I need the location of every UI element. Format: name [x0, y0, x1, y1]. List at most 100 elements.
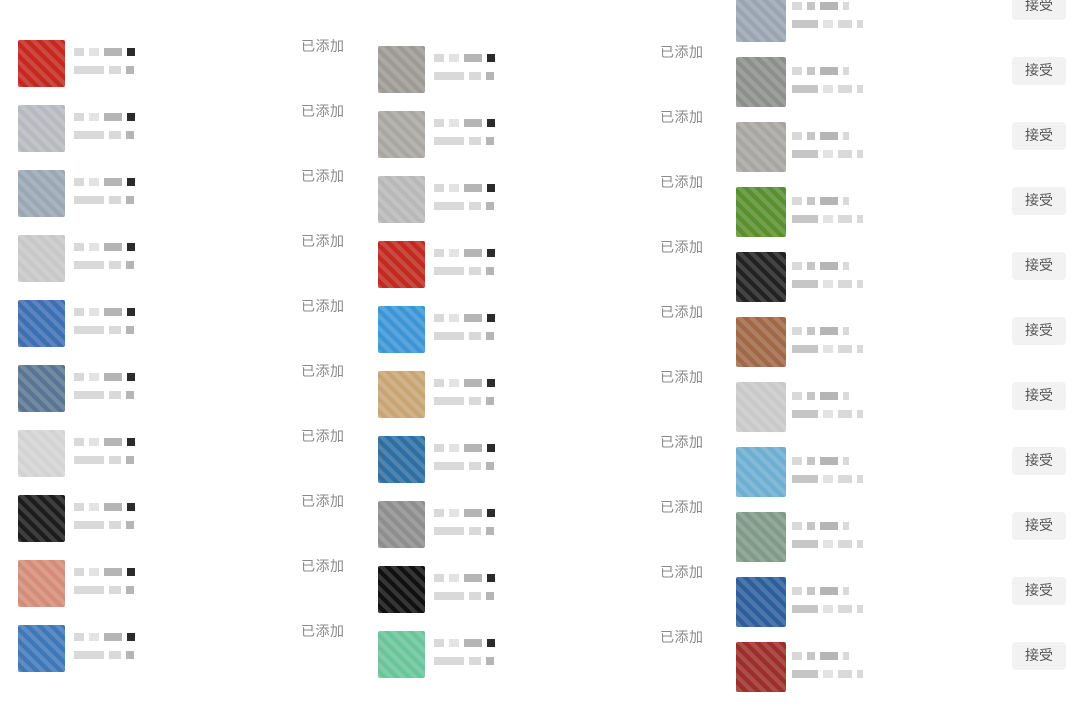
- avatar: [736, 187, 786, 237]
- blurred-text: [74, 243, 140, 251]
- added-status-label: 已添加: [660, 305, 704, 321]
- added-status-label: 已添加: [301, 104, 345, 120]
- accept-button[interactable]: 接受: [1012, 512, 1066, 540]
- friend-request-row[interactable]: 接受: [736, 512, 1079, 577]
- blurred-text: [74, 391, 139, 399]
- accept-button[interactable]: 接受: [1012, 317, 1066, 345]
- contact-row[interactable]: 已添加: [18, 429, 358, 495]
- contact-row[interactable]: 已添加: [18, 169, 358, 235]
- added-status-label: 已添加: [301, 429, 345, 445]
- friend-request-row[interactable]: 接受: [736, 187, 1079, 252]
- avatar: [378, 111, 425, 158]
- blurred-text: [434, 54, 500, 62]
- contact-row[interactable]: 已添加: [18, 494, 358, 560]
- contact-row[interactable]: 已添加: [18, 299, 358, 365]
- contact-row[interactable]: 已添加: [378, 240, 718, 306]
- blurred-text: [792, 327, 854, 335]
- accept-button[interactable]: 接受: [1012, 122, 1066, 150]
- added-status-label: 已添加: [660, 370, 704, 386]
- avatar: [378, 631, 425, 678]
- added-status-label: 已添加: [301, 234, 345, 250]
- friend-request-row[interactable]: 接受: [736, 122, 1079, 187]
- contact-row[interactable]: 已添加: [18, 364, 358, 430]
- blurred-text: [792, 67, 854, 75]
- blurred-text: [792, 280, 868, 288]
- avatar: [736, 577, 786, 627]
- accept-button[interactable]: 接受: [1012, 252, 1066, 280]
- blurred-text: [434, 657, 499, 665]
- friend-request-row[interactable]: 接受: [736, 447, 1079, 512]
- blurred-text: [74, 48, 140, 56]
- avatar: [18, 495, 65, 542]
- contact-row[interactable]: 已添加: [378, 45, 718, 111]
- accept-button[interactable]: 接受: [1012, 577, 1066, 605]
- added-status-label: 已添加: [301, 299, 345, 315]
- added-status-label: 已添加: [660, 435, 704, 451]
- friend-request-row[interactable]: 接受: [736, 642, 1079, 707]
- contact-row[interactable]: 已添加: [378, 500, 718, 566]
- contact-row[interactable]: 已添加: [378, 175, 718, 241]
- avatar: [736, 252, 786, 302]
- contact-row[interactable]: 已添加: [378, 435, 718, 501]
- blurred-text: [792, 475, 868, 483]
- contact-row[interactable]: 已添加: [378, 305, 718, 371]
- blurred-text: [434, 119, 500, 127]
- blurred-text: [792, 392, 854, 400]
- blurred-text: [792, 197, 854, 205]
- avatar: [736, 317, 786, 367]
- contact-row[interactable]: 已添加: [18, 234, 358, 300]
- blurred-text: [792, 150, 868, 158]
- accept-button[interactable]: 接受: [1012, 0, 1066, 20]
- avatar: [378, 176, 425, 223]
- contact-row[interactable]: 已添加: [18, 559, 358, 625]
- blurred-text: [434, 379, 500, 387]
- blurred-text: [74, 261, 139, 269]
- contact-row[interactable]: 已添加: [18, 624, 358, 690]
- avatar: [18, 625, 65, 672]
- friend-request-row[interactable]: 接受: [736, 382, 1079, 447]
- contact-row[interactable]: 已添加: [378, 110, 718, 176]
- contact-row[interactable]: 已添加: [378, 370, 718, 436]
- friend-request-row[interactable]: 接受: [736, 0, 1079, 57]
- avatar: [18, 170, 65, 217]
- blurred-text: [792, 670, 868, 678]
- contact-row[interactable]: 已添加: [18, 104, 358, 170]
- accept-button[interactable]: 接受: [1012, 57, 1066, 85]
- friend-request-row[interactable]: 接受: [736, 577, 1079, 642]
- friend-request-row[interactable]: 接受: [736, 317, 1079, 382]
- avatar: [18, 235, 65, 282]
- avatar: [18, 430, 65, 477]
- added-status-label: 已添加: [301, 364, 345, 380]
- blurred-text: [792, 605, 868, 613]
- blurred-text: [792, 132, 854, 140]
- contact-row[interactable]: 已添加: [378, 630, 718, 696]
- added-status-label: 已添加: [660, 500, 704, 516]
- blurred-text: [792, 587, 854, 595]
- avatar: [736, 447, 786, 497]
- avatar: [736, 512, 786, 562]
- accept-button[interactable]: 接受: [1012, 187, 1066, 215]
- avatar: [378, 566, 425, 613]
- blurred-text: [792, 20, 868, 28]
- blurred-text: [434, 592, 499, 600]
- blurred-text: [792, 85, 868, 93]
- blurred-text: [434, 574, 500, 582]
- avatar: [736, 642, 786, 692]
- avatar: [18, 300, 65, 347]
- accept-button[interactable]: 接受: [1012, 642, 1066, 670]
- blurred-text: [74, 196, 139, 204]
- accept-button[interactable]: 接受: [1012, 447, 1066, 475]
- friend-request-row[interactable]: 接受: [736, 252, 1079, 317]
- contact-row[interactable]: 已添加: [378, 565, 718, 631]
- blurred-text: [434, 639, 500, 647]
- avatar: [378, 436, 425, 483]
- blurred-text: [792, 652, 854, 660]
- blurred-text: [74, 113, 140, 121]
- avatar: [378, 501, 425, 548]
- accept-button[interactable]: 接受: [1012, 382, 1066, 410]
- friend-request-row[interactable]: 接受: [736, 57, 1079, 122]
- added-status-label: 已添加: [660, 110, 704, 126]
- blurred-text: [792, 457, 854, 465]
- blurred-text: [74, 651, 139, 659]
- contact-row[interactable]: 已添加: [18, 39, 358, 105]
